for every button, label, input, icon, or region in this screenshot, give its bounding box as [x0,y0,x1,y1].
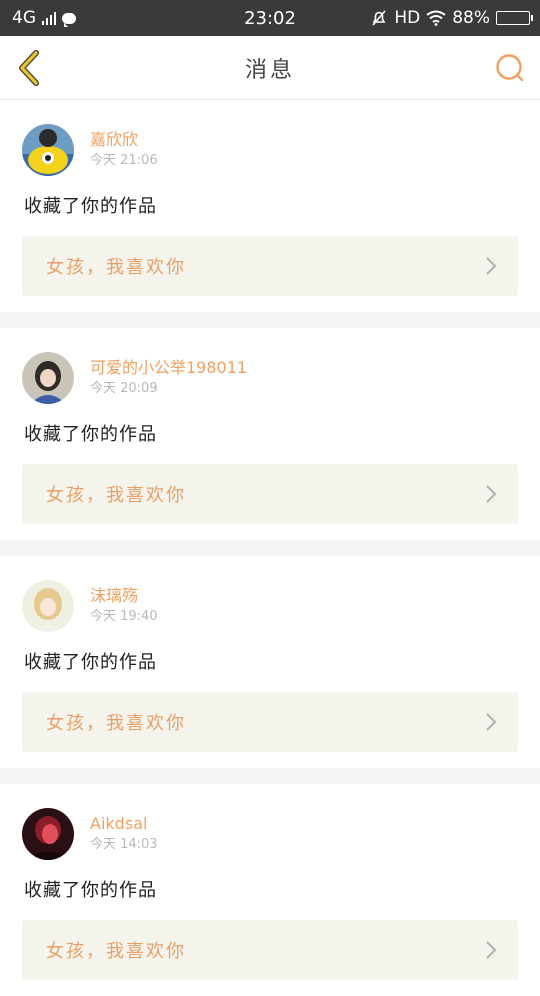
avatar[interactable] [22,352,74,404]
work-link[interactable]: 女孩，我喜欢你 [22,464,518,524]
user-row: Aikdsal 今天 14:03 [22,808,518,860]
work-title: 女孩，我喜欢你 [46,485,186,506]
page-title: 消息 [244,57,295,83]
timestamp: 今天 19:40 [90,609,158,624]
timestamp: 今天 21:06 [90,153,158,168]
status-bar: 4G 23:02 HD 88% [0,0,540,36]
message-list: 嘉欣欣 今天 21:06 收藏了你的作品 女孩，我喜欢你 可爱的小公举19801… [0,100,540,996]
status-right: HD 88% [370,8,533,28]
work-link[interactable]: 女孩，我喜欢你 [22,236,518,296]
message-card[interactable]: 嘉欣欣 今天 21:06 收藏了你的作品 女孩，我喜欢你 [0,100,540,312]
message-meta: 可爱的小公举198011 今天 20:09 [90,358,247,398]
status-left: 4G [12,8,76,28]
avatar[interactable] [22,808,74,860]
chat-notification-icon [62,12,76,27]
work-title: 女孩，我喜欢你 [46,257,186,278]
message-meta: Aikdsal 今天 14:03 [90,814,158,854]
user-row: 可爱的小公举198011 今天 20:09 [22,352,518,404]
message-card[interactable]: 可爱的小公举198011 今天 20:09 收藏了你的作品 女孩，我喜欢你 [0,328,540,540]
search-icon [496,53,524,81]
signal-icon [42,11,56,25]
top-nav-bar: 消息 [0,36,540,100]
search-button[interactable] [494,52,526,84]
message-meta: 沫璃殇 今天 19:40 [90,586,158,626]
hd-label: HD [394,8,421,28]
chevron-right-icon [486,713,497,731]
action-text: 收藏了你的作品 [24,880,157,901]
action-text: 收藏了你的作品 [24,196,157,217]
message-meta: 嘉欣欣 今天 21:06 [90,130,158,170]
chevron-right-icon [486,941,497,959]
timestamp: 今天 14:03 [90,837,158,852]
chevron-left-icon [19,49,39,86]
mute-icon [372,10,386,26]
message-card[interactable]: Aikdsal 今天 14:03 收藏了你的作品 女孩，我喜欢你 [0,784,540,996]
action-text: 收藏了你的作品 [24,652,157,673]
chevron-right-icon [486,257,497,275]
username[interactable]: 沫璃殇 [90,586,158,606]
battery-icon [496,11,533,25]
work-link[interactable]: 女孩，我喜欢你 [22,920,518,980]
work-title: 女孩，我喜欢你 [46,713,186,734]
user-row: 嘉欣欣 今天 21:06 [22,124,518,176]
username[interactable]: 可爱的小公举198011 [90,358,247,378]
back-button[interactable] [14,48,44,88]
username[interactable]: Aikdsal [90,814,158,834]
message-card[interactable]: 沫璃殇 今天 19:40 收藏了你的作品 女孩，我喜欢你 [0,556,540,768]
avatar[interactable] [22,580,74,632]
work-link[interactable]: 女孩，我喜欢你 [22,692,518,752]
chevron-right-icon [486,485,497,503]
network-label: 4G [12,8,36,28]
timestamp: 今天 20:09 [90,381,158,396]
action-text: 收藏了你的作品 [24,424,157,445]
wifi-icon [426,10,446,26]
username[interactable]: 嘉欣欣 [90,130,158,150]
battery-percent: 88% [452,8,490,28]
work-title: 女孩，我喜欢你 [46,941,186,962]
user-row: 沫璃殇 今天 19:40 [22,580,518,632]
avatar[interactable] [22,124,74,176]
